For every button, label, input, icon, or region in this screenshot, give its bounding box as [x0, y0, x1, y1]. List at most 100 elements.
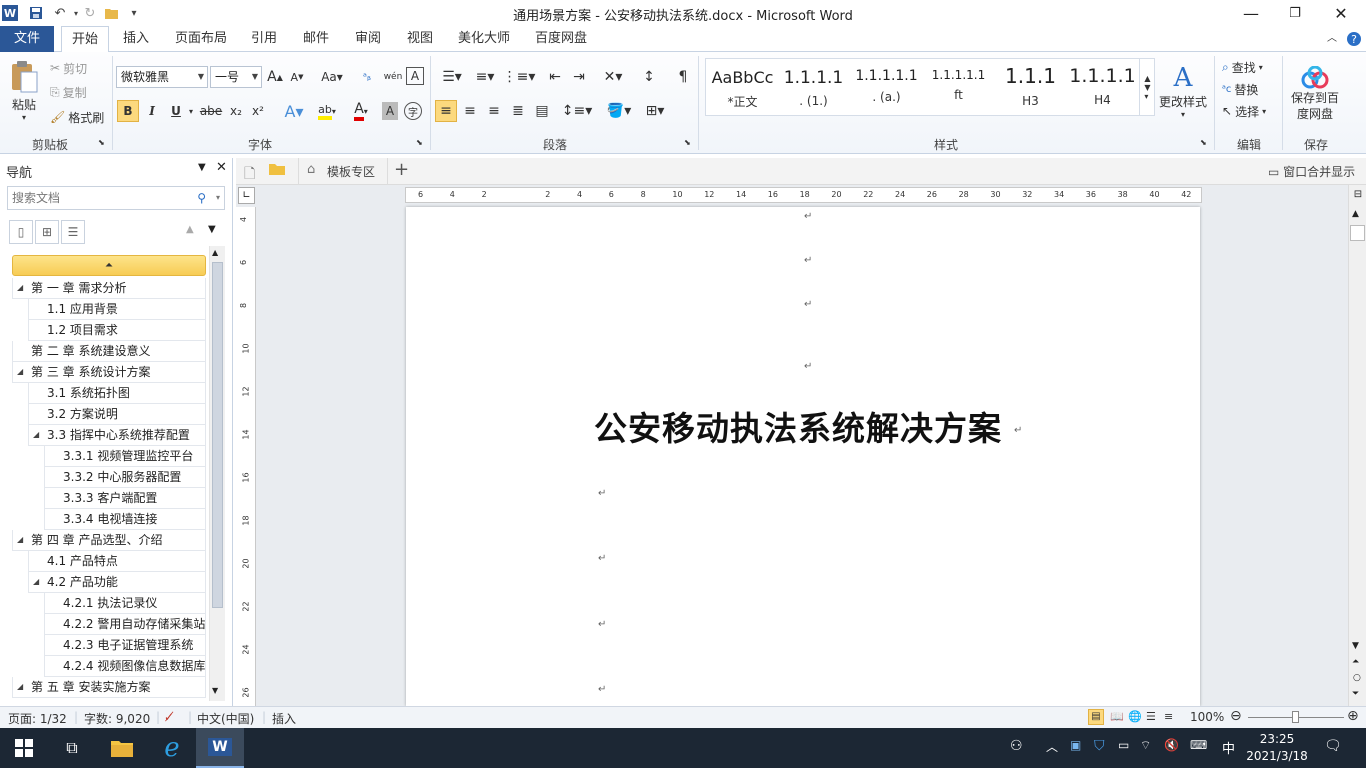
print-layout-view-icon[interactable]: ▤ [1088, 709, 1104, 725]
change-styles-button[interactable]: A 更改样式 ▾ [1158, 56, 1208, 126]
next-heading-icon[interactable]: ▼ [208, 224, 216, 235]
clock[interactable]: 23:25 2021/3/18 [1244, 731, 1310, 765]
tab-home[interactable]: 开始 [61, 26, 109, 53]
zoom-slider-thumb[interactable] [1292, 711, 1299, 723]
horizontal-ruler[interactable]: 6 4 2 2 4 6 8 10 12 14 16 18 20 22 24 26 28 30 32 34 36 38 40 4… [405, 187, 1202, 203]
increase-indent-icon[interactable]: ⇥ [568, 67, 590, 87]
minimize-button[interactable]: — [1228, 0, 1274, 26]
scroll-down-icon[interactable]: ▼ [212, 686, 218, 695]
expand-triangle-icon[interactable]: ◢ [17, 362, 23, 382]
web-layout-icon[interactable]: 🌐 [1128, 710, 1142, 723]
browse-object-icon[interactable]: ○ [1353, 673, 1361, 683]
phonetic-guide-icon[interactable]: wén [382, 67, 404, 87]
tab-beautify-master[interactable]: 美化大师 [452, 26, 516, 52]
collapse-all-icon[interactable]: ⏶ [12, 255, 206, 276]
tab-review[interactable]: 审阅 [348, 26, 388, 52]
nav-results-tab[interactable]: ☰ [61, 220, 85, 244]
language-indicator[interactable]: 中文(中国) [197, 710, 254, 727]
people-icon[interactable]: ⚇ [1010, 738, 1023, 754]
new-document-icon[interactable]: 🗋 [244, 163, 255, 187]
replace-button[interactable]: ᵃc 替换 [1222, 79, 1258, 99]
underline-dropdown-icon[interactable]: ▾ [186, 100, 196, 122]
align-right-button[interactable]: ≡ [483, 100, 505, 122]
nav-heading-item[interactable]: 第 二 章 系统建设意义 [12, 341, 206, 362]
nav-heading-item[interactable]: ◢ 第 四 章 产品选型、介绍 [12, 530, 206, 551]
chevron-down-icon[interactable]: ▼ [252, 67, 258, 87]
grow-font-icon[interactable]: A ▲ [266, 67, 284, 87]
font-color-icon[interactable]: A ▾ [346, 100, 376, 122]
search-options-icon[interactable]: ▾ [216, 187, 220, 209]
nav-heading-item[interactable]: ◢ 第 五 章 安装实施方案 [12, 677, 206, 698]
nav-close-icon[interactable]: ✕ [216, 160, 227, 175]
font-launcher-icon[interactable]: ⬊ [416, 138, 423, 147]
notifications-icon[interactable]: 🗨 [1324, 738, 1342, 754]
tab-file[interactable]: 文件 [0, 26, 54, 52]
volume-muted-icon[interactable]: 🔇 [1164, 738, 1179, 752]
add-tab-icon[interactable]: + [394, 159, 409, 180]
tab-page-layout[interactable]: 页面布局 [170, 26, 232, 52]
document-scrollbar[interactable]: ⊟ ▲ ▼ ⏶ ○ ⏷ [1348, 185, 1366, 706]
nav-heading-item[interactable]: ◢ 第 三 章 系统设计方案 [12, 362, 206, 383]
italic-button[interactable]: I [142, 100, 162, 122]
underline-button[interactable]: U [166, 100, 186, 122]
tab-baidu-netdisk[interactable]: 百度网盘 [528, 26, 594, 52]
style-h4[interactable]: 1.1.1.1 H4 [1066, 58, 1139, 114]
show-marks-icon[interactable]: ¶ [672, 67, 694, 87]
nav-heading-item[interactable]: 4.2.4 视频图像信息数据库 [44, 656, 206, 677]
previous-page-icon[interactable]: ⏶ [1352, 657, 1359, 667]
security-shield-icon[interactable]: ⛉ [1094, 738, 1105, 754]
copy-button[interactable]: ⎘ 复制 [50, 82, 87, 102]
cut-button[interactable]: ✂ 剪切 [50, 58, 87, 78]
nav-heading-item[interactable]: 3.3.3 客户端配置 [44, 488, 206, 509]
merge-windows-button[interactable]: ▭ 窗口合并显示 [1268, 163, 1355, 180]
windows-start-icon[interactable] [0, 728, 48, 768]
nav-heading-item[interactable]: ◢ 第 一 章 需求分析 [12, 278, 206, 299]
tab-selector-icon[interactable]: ∟ [238, 187, 255, 204]
nav-heading-item[interactable]: 4.2.3 电子证据管理系统 [44, 635, 206, 656]
nav-pages-tab[interactable]: ⊞ [35, 220, 59, 244]
tab-references[interactable]: 引用 [244, 26, 284, 52]
style-ft[interactable]: 1.1.1.1.1 ft [922, 58, 995, 114]
subscript-button[interactable]: x₂ [226, 100, 246, 122]
select-button[interactable]: ↖ 选择 ▾ [1222, 101, 1266, 121]
find-button[interactable]: ⌕ 查找 ▾ [1222, 57, 1263, 77]
bold-button[interactable]: B [117, 100, 139, 122]
change-case-icon[interactable]: Aa▾ [318, 67, 346, 87]
nav-heading-item[interactable]: 3.3.2 中心服务器配置 [44, 467, 206, 488]
nav-heading-item[interactable]: 3.3.4 电视墙连接 [44, 509, 206, 530]
expand-triangle-icon[interactable]: ◢ [33, 425, 39, 445]
zoom-level[interactable]: 100% [1190, 710, 1224, 724]
proofing-icon[interactable]: ✓̸ [164, 710, 174, 724]
style-heading-2[interactable]: 1.1.1.1.1 . (a.) [850, 58, 923, 114]
tab-view[interactable]: 视图 [400, 26, 440, 52]
scroll-down-icon[interactable]: ▼ [1352, 641, 1359, 651]
numbering-icon[interactable]: ≡▾ [470, 67, 500, 87]
full-screen-reading-icon[interactable]: 📖 [1110, 710, 1124, 723]
nav-heading-item[interactable]: ◢ 4.2 产品功能 [28, 572, 206, 593]
vertical-ruler[interactable]: 4 6 8 10 12 14 16 18 20 22 24 26 [236, 207, 256, 706]
ruler-toggle-icon[interactable]: ⊟ [1351, 189, 1365, 203]
save-to-baidu-button[interactable]: 保存到百度网盘 [1288, 58, 1342, 130]
nav-headings-tab[interactable]: ▯ [9, 220, 33, 244]
close-button[interactable]: ✕ [1318, 0, 1364, 26]
clipboard-launcher-icon[interactable]: ⬊ [98, 138, 105, 147]
network-icon[interactable]: ⌔ [1140, 738, 1151, 753]
highlight-color-icon[interactable]: ab ▾ [312, 100, 342, 122]
nav-heading-item[interactable]: 1.2 项目需求 [28, 320, 206, 341]
battery-icon[interactable]: ▭ [1118, 738, 1129, 752]
align-left-button[interactable]: ≡ [435, 100, 457, 122]
style-h3[interactable]: 1.1.1 H3 [994, 58, 1067, 114]
expand-triangle-icon[interactable]: ◢ [17, 677, 23, 697]
decrease-indent-icon[interactable]: ⇤ [544, 67, 566, 87]
nav-heading-item[interactable]: 3.2 方案说明 [28, 404, 206, 425]
text-effects-icon[interactable]: A▾ [280, 100, 308, 122]
word-taskbar-icon[interactable]: W [196, 728, 244, 768]
clear-format-icon[interactable]: ᵃᵦ [358, 67, 376, 87]
help-icon[interactable]: ? [1344, 26, 1364, 52]
restore-button[interactable]: ❐ [1272, 0, 1318, 26]
styles-scroll[interactable]: ▲ ▼ ▾ [1139, 58, 1155, 116]
paste-dropdown-icon[interactable]: ▾ [22, 113, 26, 122]
strikethrough-button[interactable]: abe [200, 100, 222, 122]
tray-app-icon[interactable]: ▣ [1070, 738, 1081, 752]
tab-insert[interactable]: 插入 [114, 26, 158, 52]
